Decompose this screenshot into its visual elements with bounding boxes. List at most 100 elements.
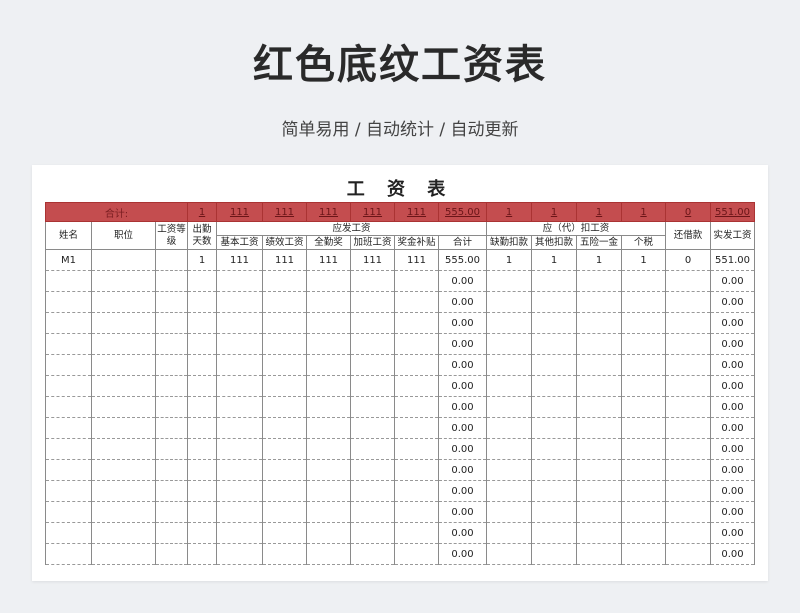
cell-repay[interactable] <box>665 270 711 292</box>
cell-total[interactable]: 0.00 <box>438 480 487 502</box>
cell-perf[interactable] <box>262 375 307 397</box>
cell-insurance[interactable] <box>576 270 622 292</box>
cell-repay[interactable] <box>665 543 711 565</box>
cell-repay[interactable] <box>665 417 711 439</box>
summary-cell[interactable]: 111 <box>262 202 307 222</box>
cell-attend[interactable] <box>306 438 351 460</box>
summary-cell[interactable]: 551.00 <box>710 202 755 222</box>
cell-tax[interactable] <box>621 354 666 376</box>
cell-absent[interactable] <box>486 333 532 355</box>
cell-repay[interactable]: 0 <box>665 249 711 271</box>
cell-attend[interactable] <box>306 270 351 292</box>
summary-cell[interactable]: 1 <box>187 202 217 222</box>
cell-position[interactable] <box>91 249 156 271</box>
cell-tax[interactable] <box>621 333 666 355</box>
cell-bonus[interactable] <box>394 396 439 418</box>
cell-name[interactable] <box>45 354 92 376</box>
cell-insurance[interactable]: 1 <box>576 249 622 271</box>
cell-absent[interactable] <box>486 396 532 418</box>
cell-attend[interactable] <box>306 459 351 481</box>
cell-insurance[interactable] <box>576 396 622 418</box>
cell-net[interactable]: 0.00 <box>710 501 755 523</box>
cell-overtime[interactable]: 111 <box>350 249 395 271</box>
cell-perf[interactable] <box>262 333 307 355</box>
cell-days[interactable] <box>187 543 217 565</box>
cell-other[interactable] <box>531 270 577 292</box>
cell-net[interactable]: 0.00 <box>710 375 755 397</box>
cell-bonus[interactable] <box>394 333 439 355</box>
cell-repay[interactable] <box>665 459 711 481</box>
cell-bonus[interactable] <box>394 312 439 334</box>
cell-attend[interactable] <box>306 501 351 523</box>
cell-perf[interactable] <box>262 522 307 544</box>
cell-attend[interactable] <box>306 291 351 313</box>
cell-total[interactable]: 0.00 <box>438 543 487 565</box>
cell-position[interactable] <box>91 333 156 355</box>
cell-net[interactable]: 551.00 <box>710 249 755 271</box>
cell-perf[interactable] <box>262 354 307 376</box>
cell-bonus[interactable] <box>394 438 439 460</box>
cell-name[interactable] <box>45 417 92 439</box>
cell-position[interactable] <box>91 543 156 565</box>
cell-repay[interactable] <box>665 312 711 334</box>
cell-total[interactable]: 0.00 <box>438 354 487 376</box>
cell-net[interactable]: 0.00 <box>710 333 755 355</box>
cell-total[interactable]: 0.00 <box>438 417 487 439</box>
cell-absent[interactable] <box>486 543 532 565</box>
cell-grade[interactable] <box>155 417 188 439</box>
cell-tax[interactable] <box>621 438 666 460</box>
cell-days[interactable] <box>187 501 217 523</box>
cell-net[interactable]: 0.00 <box>710 291 755 313</box>
cell-net[interactable]: 0.00 <box>710 270 755 292</box>
cell-other[interactable] <box>531 417 577 439</box>
cell-total[interactable]: 0.00 <box>438 375 487 397</box>
cell-bonus[interactable] <box>394 291 439 313</box>
cell-days[interactable] <box>187 459 217 481</box>
cell-attend[interactable] <box>306 543 351 565</box>
cell-overtime[interactable] <box>350 459 395 481</box>
cell-total[interactable]: 0.00 <box>438 459 487 481</box>
cell-attend[interactable] <box>306 312 351 334</box>
cell-absent[interactable] <box>486 522 532 544</box>
summary-cell[interactable]: 1 <box>576 202 622 222</box>
summary-cell[interactable]: 1 <box>621 202 666 222</box>
cell-tax[interactable] <box>621 375 666 397</box>
cell-position[interactable] <box>91 396 156 418</box>
cell-absent[interactable] <box>486 501 532 523</box>
cell-grade[interactable] <box>155 480 188 502</box>
cell-other[interactable] <box>531 333 577 355</box>
cell-repay[interactable] <box>665 375 711 397</box>
cell-other[interactable]: 1 <box>531 249 577 271</box>
cell-position[interactable] <box>91 501 156 523</box>
cell-overtime[interactable] <box>350 270 395 292</box>
cell-insurance[interactable] <box>576 438 622 460</box>
cell-attend[interactable] <box>306 375 351 397</box>
cell-overtime[interactable] <box>350 480 395 502</box>
cell-position[interactable] <box>91 312 156 334</box>
cell-bonus[interactable] <box>394 375 439 397</box>
cell-grade[interactable] <box>155 333 188 355</box>
cell-net[interactable]: 0.00 <box>710 417 755 439</box>
cell-tax[interactable]: 1 <box>621 249 666 271</box>
cell-attend[interactable] <box>306 522 351 544</box>
cell-perf[interactable] <box>262 480 307 502</box>
cell-grade[interactable] <box>155 375 188 397</box>
cell-position[interactable] <box>91 375 156 397</box>
cell-grade[interactable] <box>155 249 188 271</box>
cell-other[interactable] <box>531 522 577 544</box>
cell-other[interactable] <box>531 291 577 313</box>
cell-base[interactable] <box>216 312 263 334</box>
cell-name[interactable] <box>45 375 92 397</box>
cell-net[interactable]: 0.00 <box>710 480 755 502</box>
cell-grade[interactable] <box>155 459 188 481</box>
cell-days[interactable] <box>187 438 217 460</box>
summary-cell[interactable]: 1 <box>531 202 577 222</box>
cell-base[interactable] <box>216 459 263 481</box>
cell-tax[interactable] <box>621 291 666 313</box>
cell-repay[interactable] <box>665 480 711 502</box>
cell-overtime[interactable] <box>350 375 395 397</box>
cell-bonus[interactable]: 111 <box>394 249 439 271</box>
cell-bonus[interactable] <box>394 543 439 565</box>
cell-insurance[interactable] <box>576 354 622 376</box>
cell-perf[interactable] <box>262 417 307 439</box>
